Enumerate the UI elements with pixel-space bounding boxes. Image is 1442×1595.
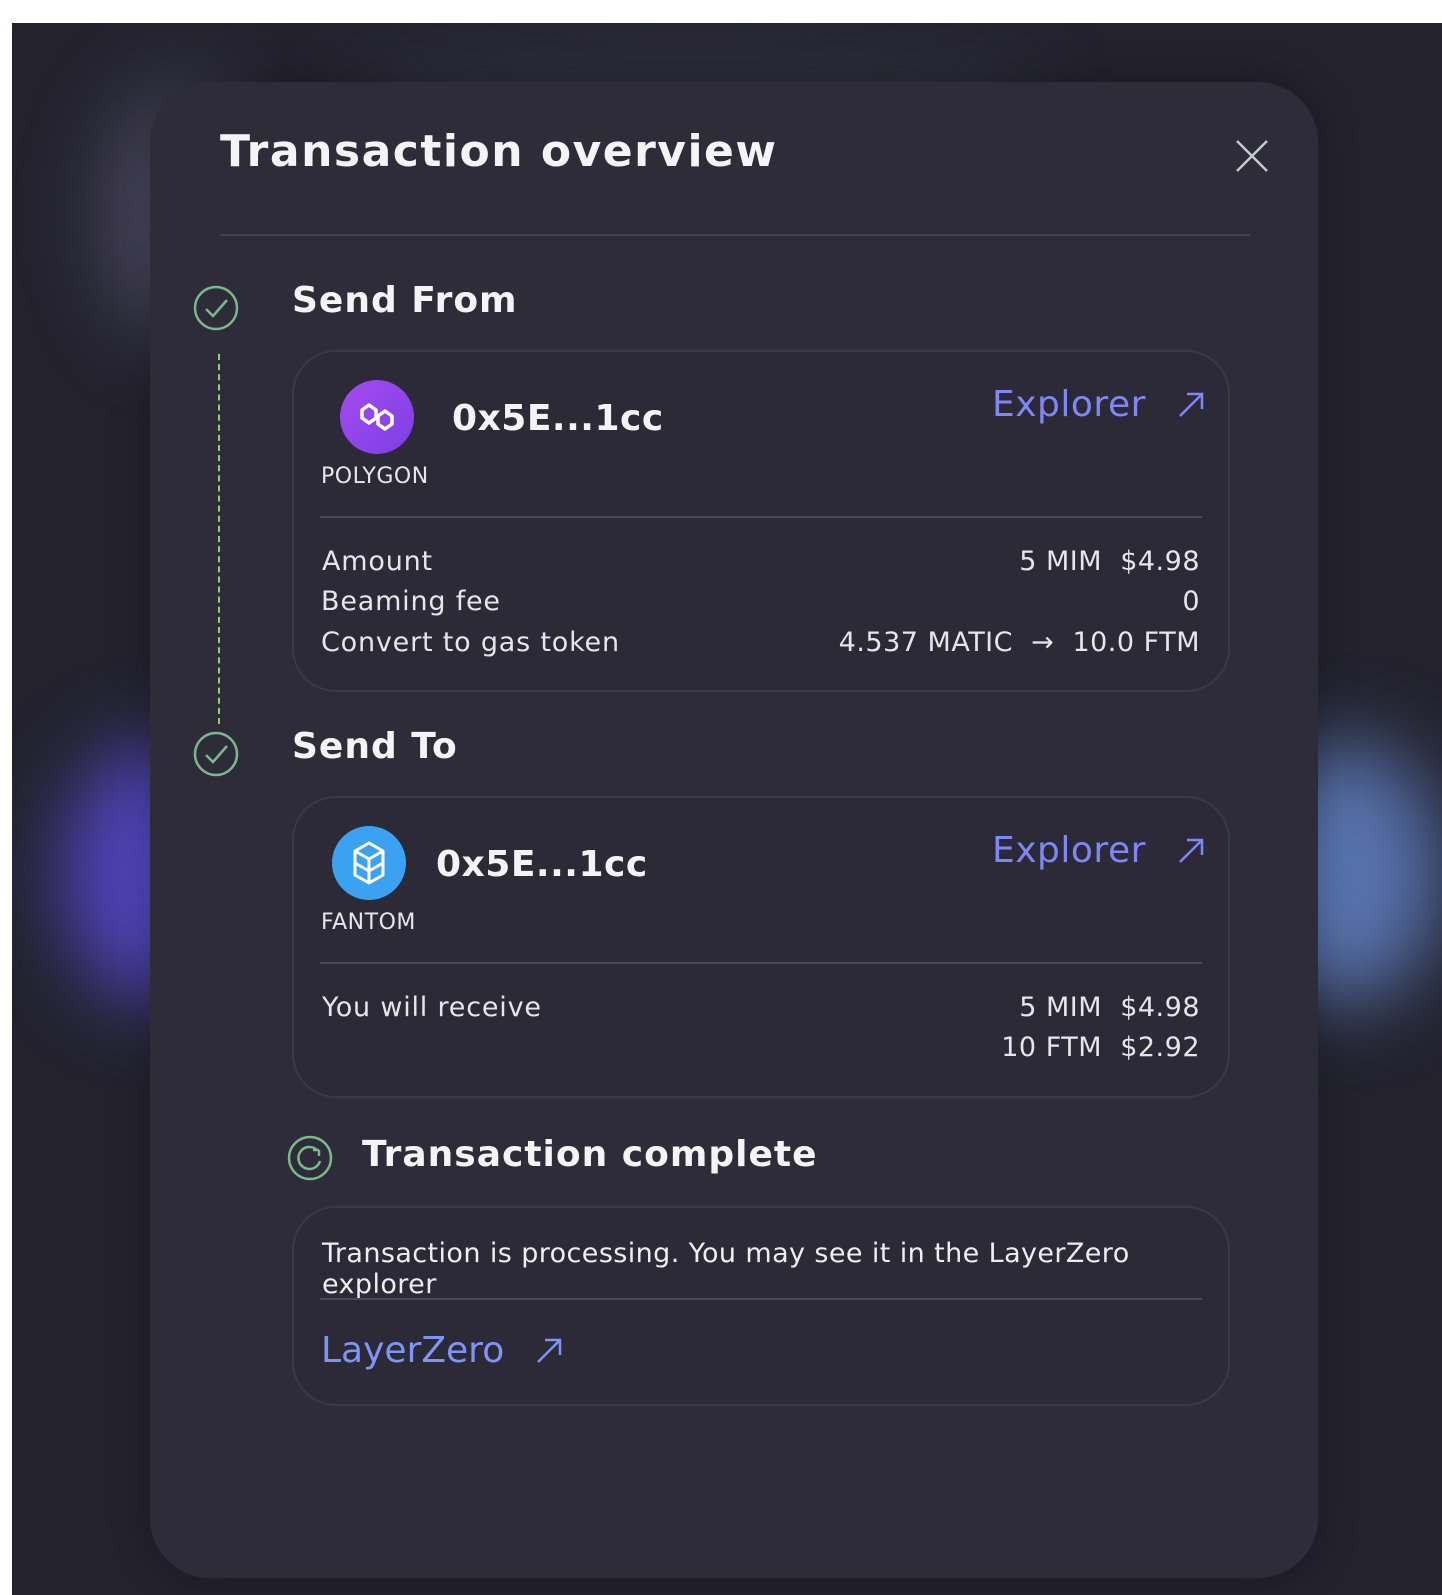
external-link-icon	[1179, 838, 1204, 863]
receive-value: 10 FTM $2.92	[1001, 1032, 1200, 1063]
send-from-title: Send From	[292, 280, 518, 321]
amount-value: 5 MIM $4.98	[1019, 546, 1200, 577]
send-from-chain-name: POLYGON	[321, 464, 429, 489]
pending-icon	[286, 1134, 334, 1182]
card-divider	[320, 516, 1202, 518]
send-to-title: Send To	[292, 726, 458, 767]
close-icon	[1236, 140, 1268, 172]
send-to-chain-name: FANTOM	[321, 910, 416, 935]
external-link-icon	[1179, 392, 1204, 417]
transaction-status-card: Transaction is processing. You may see i…	[292, 1206, 1230, 1406]
beaming-fee-label: Beaming fee	[321, 586, 501, 617]
explorer-label: Explorer	[992, 830, 1146, 871]
receive-label: You will receive	[322, 992, 542, 1023]
modal-title: Transaction overview	[220, 126, 778, 177]
transaction-overview-modal: Transaction overview Send From 0x5E...1c…	[150, 82, 1318, 1578]
polygon-logo-icon	[340, 380, 414, 454]
progress-timeline	[218, 354, 220, 724]
send-to-address: 0x5E...1cc	[436, 844, 648, 885]
beaming-fee-value: 0	[1182, 586, 1200, 617]
close-button[interactable]	[1232, 136, 1272, 176]
send-from-address: 0x5E...1cc	[452, 398, 664, 439]
check-circle-icon	[192, 730, 240, 778]
send-to-explorer-link[interactable]: Explorer	[992, 830, 1206, 871]
check-circle-icon	[192, 284, 240, 332]
processing-message: Transaction is processing. You may see i…	[322, 1238, 1130, 1300]
send-from-explorer-link[interactable]: Explorer	[992, 384, 1206, 425]
card-divider	[320, 962, 1202, 964]
card-divider	[320, 1298, 1202, 1300]
fantom-logo-icon	[332, 826, 406, 900]
convert-gas-value: 4.537 MATIC → 10.0 FTM	[838, 627, 1200, 658]
header-divider	[220, 234, 1250, 236]
convert-gas-label: Convert to gas token	[321, 627, 620, 658]
explorer-label: Explorer	[992, 384, 1146, 425]
amount-label: Amount	[322, 546, 433, 577]
layerzero-label: LayerZero	[321, 1330, 505, 1371]
transaction-complete-title: Transaction complete	[362, 1134, 818, 1175]
receive-value: 5 MIM $4.98	[1019, 992, 1200, 1023]
send-to-card: 0x5E...1cc FANTOM Explorer You will rece…	[292, 796, 1230, 1098]
layerzero-explorer-link[interactable]: LayerZero	[321, 1330, 564, 1371]
send-from-card: 0x5E...1cc POLYGON Explorer Amount 5 MIM…	[292, 350, 1230, 692]
external-link-icon	[537, 1338, 562, 1363]
